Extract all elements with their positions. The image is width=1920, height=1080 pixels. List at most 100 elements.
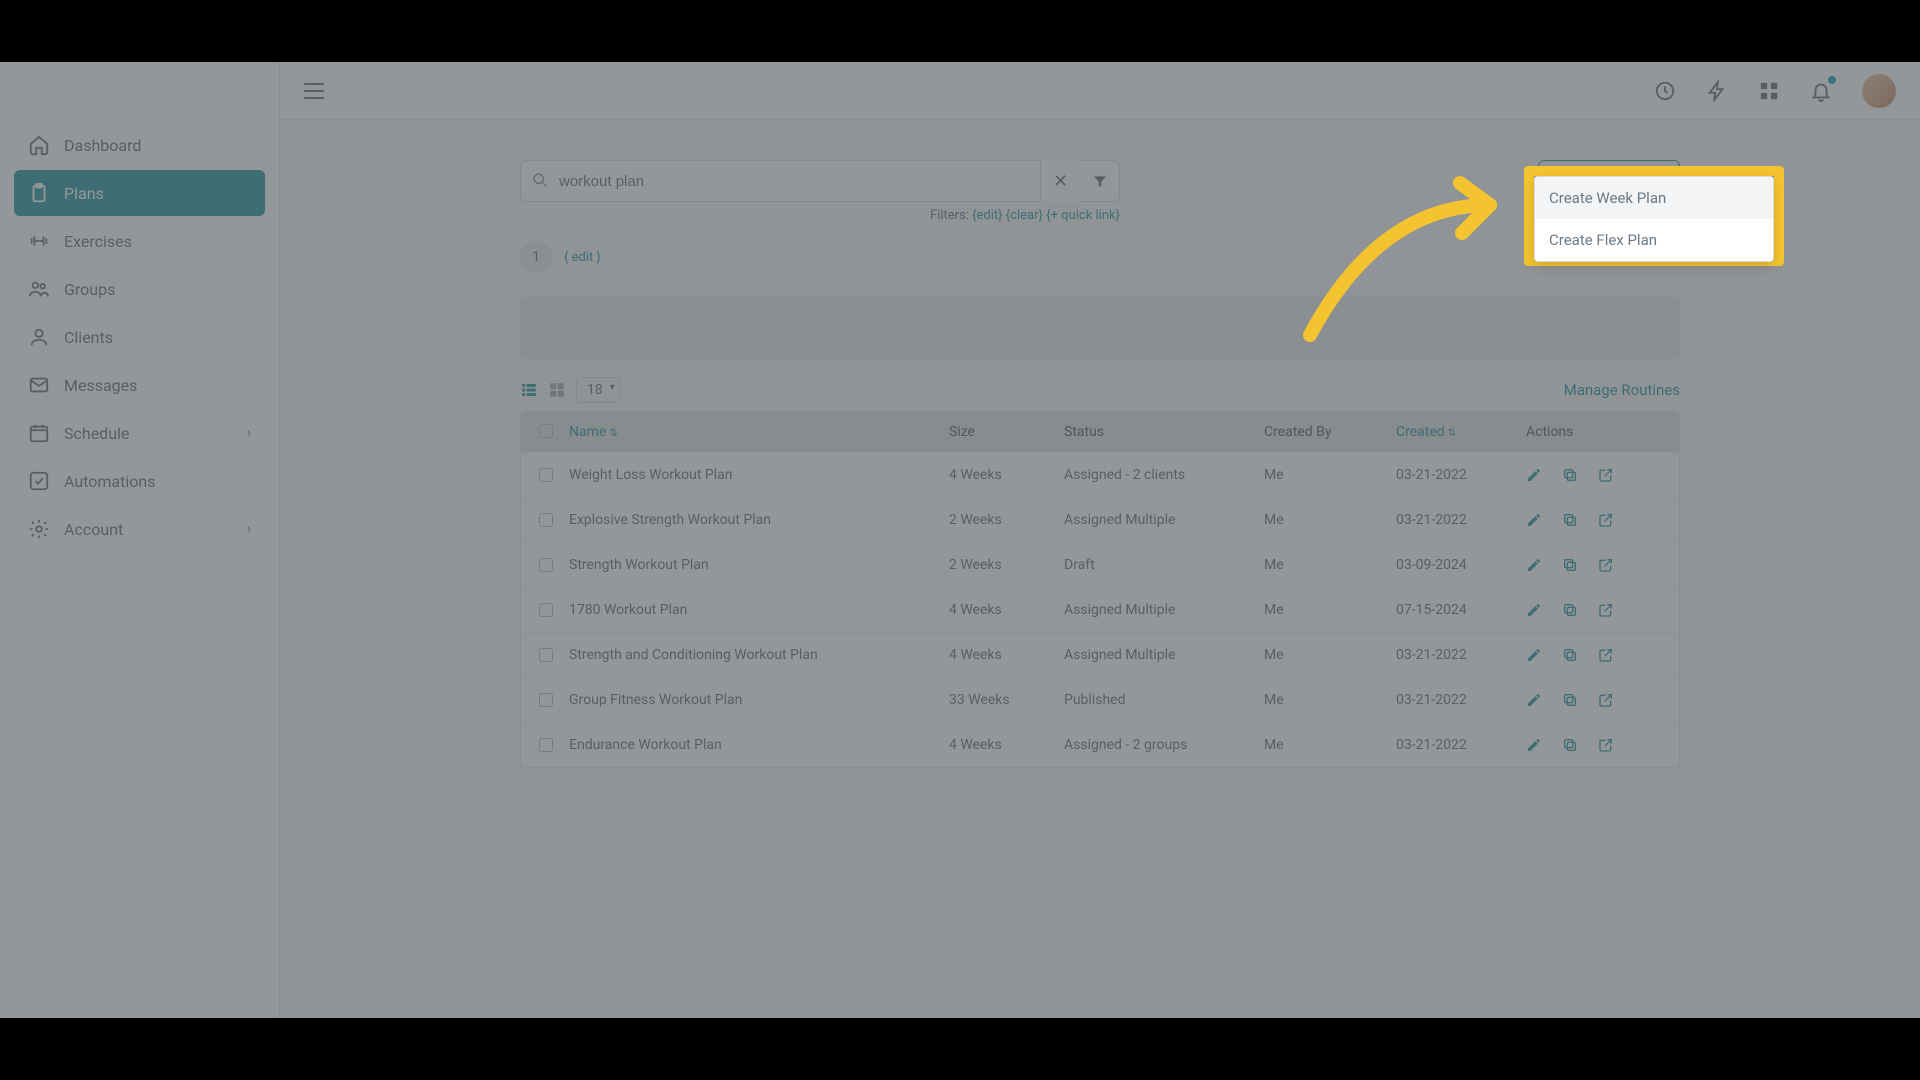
open-external-icon[interactable] (1598, 737, 1614, 753)
open-external-icon[interactable] (1598, 467, 1614, 483)
open-external-icon[interactable] (1598, 692, 1614, 708)
search-icon (532, 172, 548, 188)
table-row: Explosive Strength Workout Plan2 WeeksAs… (521, 497, 1679, 542)
sidebar-item-clients[interactable]: Clients (14, 314, 265, 360)
chevron-right-icon: › (247, 425, 251, 441)
filters-clear-link[interactable]: {clear} (1006, 208, 1043, 223)
plan-name[interactable]: Weight Loss Workout Plan (569, 467, 732, 483)
home-icon (28, 134, 50, 156)
plan-createdby: Me (1264, 692, 1396, 708)
dumbbell-icon (28, 230, 50, 252)
create-plan-dropdown: Create Week Plan Create Flex Plan (1534, 176, 1774, 262)
sidebar-item-label: Groups (64, 280, 115, 299)
plan-name[interactable]: Strength and Conditioning Workout Plan (569, 647, 818, 663)
sidebar-item-dashboard[interactable]: Dashboard (14, 122, 265, 168)
check-square-icon (28, 470, 50, 492)
select-all-checkbox[interactable] (539, 424, 553, 438)
grid-view-icon[interactable] (548, 381, 566, 399)
bulk-action-bar (520, 297, 1680, 359)
plan-name[interactable]: 1780 Workout Plan (569, 602, 687, 618)
copy-icon[interactable] (1562, 512, 1578, 528)
sidebar-item-schedule[interactable]: Schedule› (14, 410, 265, 456)
col-created-sort[interactable]: Created⇅ (1396, 424, 1456, 440)
plan-status: Assigned - 2 clients (1064, 467, 1264, 483)
plan-status: Draft (1064, 557, 1264, 573)
plan-createdby: Me (1264, 737, 1396, 753)
plan-status: Assigned Multiple (1064, 602, 1264, 618)
bell-icon[interactable] (1810, 80, 1832, 102)
open-external-icon[interactable] (1598, 647, 1614, 663)
open-external-icon[interactable] (1598, 512, 1614, 528)
plan-size: 33 Weeks (949, 692, 1064, 708)
plan-name[interactable]: Explosive Strength Workout Plan (569, 512, 771, 528)
apps-grid-icon[interactable] (1758, 80, 1780, 102)
sidebar-item-automations[interactable]: Automations (14, 458, 265, 504)
menu-toggle-icon[interactable] (304, 83, 324, 99)
edit-icon[interactable] (1526, 692, 1542, 708)
row-checkbox[interactable] (539, 513, 553, 527)
plan-createdby: Me (1264, 557, 1396, 573)
edit-icon[interactable] (1526, 647, 1542, 663)
row-checkbox[interactable] (539, 738, 553, 752)
plan-createdby: Me (1264, 602, 1396, 618)
plan-name[interactable]: Strength Workout Plan (569, 557, 709, 573)
sidebar-item-label: Clients (64, 328, 113, 347)
plan-name[interactable]: Group Fitness Workout Plan (569, 692, 742, 708)
mail-icon (28, 374, 50, 396)
row-checkbox[interactable] (539, 603, 553, 617)
copy-icon[interactable] (1562, 647, 1578, 663)
table-header: Name⇅ Size Status Created By Created⇅ Ac… (521, 412, 1679, 452)
clear-search-button[interactable]: ✕ (1040, 160, 1080, 202)
copy-icon[interactable] (1562, 467, 1578, 483)
table-row: Strength and Conditioning Workout Plan4 … (521, 632, 1679, 677)
col-status-label: Status (1064, 424, 1264, 440)
create-week-plan-item[interactable]: Create Week Plan (1535, 177, 1773, 219)
edit-icon[interactable] (1526, 467, 1542, 483)
row-checkbox[interactable] (539, 558, 553, 572)
sidebar-item-exercises[interactable]: Exercises (14, 218, 265, 264)
copy-icon[interactable] (1562, 557, 1578, 573)
copy-icon[interactable] (1562, 602, 1578, 618)
edit-icon[interactable] (1526, 512, 1542, 528)
filter-chip[interactable]: 1 (520, 241, 552, 273)
clipboard-icon (28, 182, 50, 204)
sidebar-item-plans[interactable]: Plans (14, 170, 265, 216)
row-checkbox[interactable] (539, 468, 553, 482)
col-name-sort[interactable]: Name⇅ (569, 424, 618, 440)
list-view-icon[interactable] (520, 381, 538, 399)
filters-edit-link[interactable]: {edit} (972, 208, 1002, 223)
sidebar-item-label: Plans (64, 184, 104, 203)
copy-icon[interactable] (1562, 737, 1578, 753)
manage-routines-link[interactable]: Manage Routines (1564, 381, 1680, 399)
row-checkbox[interactable] (539, 648, 553, 662)
filters-quicklink[interactable]: {+ quick link} (1046, 208, 1120, 223)
bolt-icon[interactable] (1706, 80, 1728, 102)
copy-icon[interactable] (1562, 692, 1578, 708)
open-external-icon[interactable] (1598, 557, 1614, 573)
create-flex-plan-item[interactable]: Create Flex Plan (1535, 219, 1773, 261)
sidebar-item-messages[interactable]: Messages (14, 362, 265, 408)
filter-button[interactable] (1080, 160, 1120, 202)
plan-createdby: Me (1264, 647, 1396, 663)
edit-icon[interactable] (1526, 602, 1542, 618)
plan-created: 03-21-2022 (1396, 467, 1526, 483)
row-checkbox[interactable] (539, 693, 553, 707)
clock-icon[interactable] (1654, 80, 1676, 102)
filter-chip-edit[interactable]: { edit } (564, 250, 601, 265)
plans-table: Name⇅ Size Status Created By Created⇅ Ac… (520, 411, 1680, 768)
sidebar-item-account[interactable]: Account› (14, 506, 265, 552)
users-icon (28, 278, 50, 300)
sidebar-item-label: Account (64, 520, 123, 539)
plan-created: 03-21-2022 (1396, 512, 1526, 528)
open-external-icon[interactable] (1598, 602, 1614, 618)
plan-name[interactable]: Endurance Workout Plan (569, 737, 722, 753)
edit-icon[interactable] (1526, 557, 1542, 573)
plan-size: 4 Weeks (949, 467, 1064, 483)
edit-icon[interactable] (1526, 737, 1542, 753)
table-row: Endurance Workout Plan4 WeeksAssigned - … (521, 722, 1679, 767)
search-input[interactable] (520, 160, 1080, 202)
avatar[interactable] (1862, 74, 1896, 108)
page-size-select[interactable]: 18 (576, 377, 620, 403)
sidebar-item-label: Messages (64, 376, 137, 395)
sidebar-item-groups[interactable]: Groups (14, 266, 265, 312)
